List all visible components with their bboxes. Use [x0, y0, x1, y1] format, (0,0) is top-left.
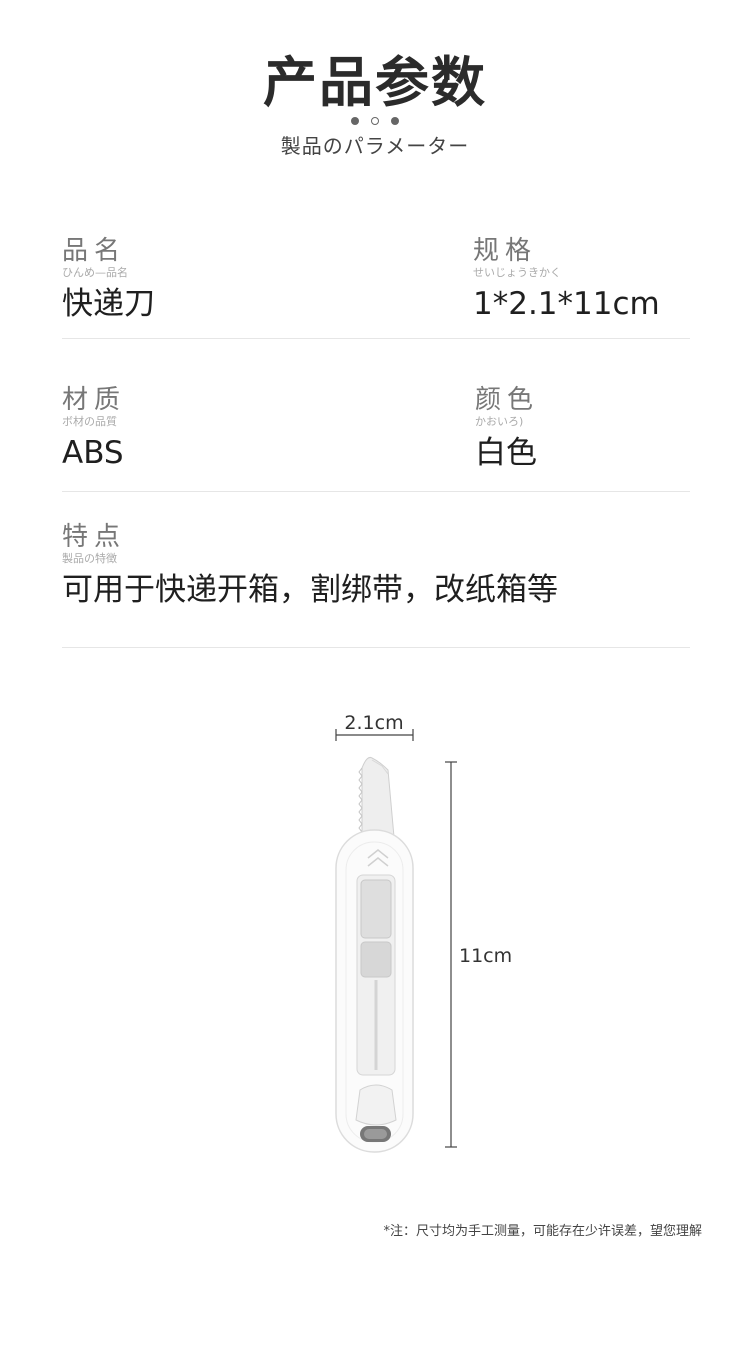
dot-icon [371, 117, 379, 125]
width-dimension: 2.1cm [335, 712, 414, 741]
param-name-kana: ひんめ—品名 [62, 266, 128, 279]
param-feature-value: 可用于快递开箱，割绑带，改纸箱等 [62, 572, 558, 608]
param-material: 材质 ボ材の品質 ABS [62, 385, 126, 473]
title-dots [0, 110, 750, 129]
page-title: 产品参数 [263, 51, 487, 114]
param-spec-label: 规格 [473, 236, 538, 266]
length-dimension: 11cm [445, 761, 512, 1148]
cutter-body [335, 829, 414, 1153]
divider [62, 338, 690, 339]
product-diagram: 2.1cm 11cm [335, 712, 512, 1153]
page-subtitle: 製品のパラメーター [280, 134, 470, 158]
dot-icon [391, 117, 399, 125]
param-material-label: 材质 [62, 385, 127, 415]
length-dimension-label: 11cm [459, 945, 512, 967]
param-feature-label: 特点 [62, 522, 127, 552]
param-feature: 特点 製品の特徴 可用于快递开箱，割绑带，改纸箱等 [62, 522, 558, 610]
divider [62, 491, 690, 492]
param-color-value: 白色 [475, 435, 537, 471]
param-spec-value: 1*2.1*11cm [473, 286, 660, 322]
param-spec: 规格 せいじょうきかく 1*2.1*11cm [473, 236, 660, 324]
param-material-kana: ボ材の品質 [62, 415, 117, 428]
param-spec-kana: せいじょうきかく [473, 266, 561, 279]
divider [62, 647, 690, 648]
param-name: 品名 ひんめ—品名 快递刀 [62, 236, 155, 324]
param-name-label: 品名 [62, 236, 127, 266]
param-name-value: 快递刀 [62, 286, 155, 322]
param-feature-kana: 製品の特徴 [62, 552, 117, 565]
param-color-label: 颜色 [475, 385, 540, 415]
dot-icon [351, 117, 359, 125]
param-color-kana: かおいろ) [475, 415, 524, 428]
param-material-value: ABS [62, 435, 124, 471]
footer-note: *注：尺寸均为手工测量，可能存在少许误差，望您理解 [383, 1224, 702, 1239]
blade-icon [358, 757, 395, 838]
param-color: 颜色 かおいろ) 白色 [475, 385, 539, 473]
width-dimension-label: 2.1cm [344, 712, 403, 734]
